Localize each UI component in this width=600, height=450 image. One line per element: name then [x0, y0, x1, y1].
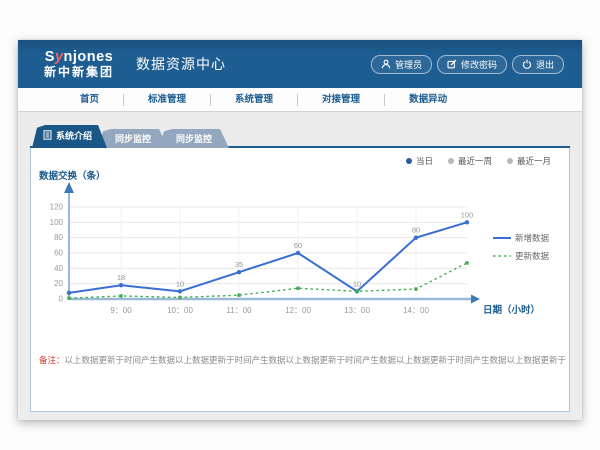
- user-actions: 管理员 修改密码 退出: [371, 55, 564, 74]
- footnote-label: 备注：: [39, 355, 65, 365]
- radio-dot-icon: [448, 158, 454, 164]
- data-point: [119, 294, 122, 297]
- data-point: [67, 291, 71, 295]
- page: Synjones 新中新集团 数据资源中心 管理员: [0, 0, 600, 450]
- line-chart: 0 20 40 60 80 100 120 9：00 10：00 11：00 12：00 13：00 1…: [31, 167, 571, 353]
- x-axis-arrow-icon: [471, 295, 480, 304]
- current-user-button[interactable]: 管理员: [371, 55, 432, 74]
- y-axis-arrow-icon: [64, 182, 74, 193]
- tab-label: 同步监控: [176, 132, 212, 145]
- data-point: [119, 283, 123, 287]
- data-point: [465, 220, 469, 224]
- change-password-button[interactable]: 修改密码: [437, 55, 507, 74]
- y-axis-title: 数据交换（条）: [38, 170, 106, 182]
- current-user-label: 管理员: [395, 58, 422, 71]
- logout-label: 退出: [536, 58, 554, 71]
- legend-item[interactable]: 更新数据: [515, 251, 550, 261]
- filter-label: 最近一周: [458, 155, 492, 167]
- logout-button[interactable]: 退出: [512, 55, 564, 74]
- x-axis-title: 日期（小时）: [483, 304, 540, 316]
- data-point: [237, 270, 241, 274]
- data-point: [414, 287, 417, 290]
- y-tick-label: 40: [54, 264, 63, 273]
- nav-item-system-management[interactable]: 系统管理: [211, 94, 298, 106]
- nav-item-data-changes[interactable]: 数据异动: [385, 94, 471, 106]
- tab-sync-monitor-2[interactable]: 同步监控: [159, 129, 229, 148]
- user-icon: [381, 59, 391, 69]
- data-point: [355, 290, 358, 293]
- series-line-0: [69, 222, 467, 293]
- radio-dot-icon: [406, 158, 412, 164]
- filter-today[interactable]: 当日: [406, 154, 433, 167]
- data-point: [178, 289, 182, 293]
- data-point: [67, 297, 70, 300]
- data-point-label: 10: [176, 279, 184, 288]
- tab-label: 系统介绍: [56, 129, 92, 142]
- y-tick-label: 120: [50, 203, 64, 212]
- filter-last-month[interactable]: 最近一月: [507, 154, 551, 167]
- x-tick-label: 9：00: [110, 306, 132, 315]
- edit-icon: [447, 59, 457, 69]
- x-tick-label: 11：00: [226, 306, 252, 315]
- power-icon: [522, 59, 532, 69]
- nav-item-home[interactable]: 首页: [56, 94, 124, 106]
- brand-logo-text: Synjones: [44, 50, 114, 65]
- data-point-label: 10: [353, 279, 361, 288]
- data-point-label: 18: [117, 273, 125, 282]
- x-tick-label: 13：00: [344, 306, 370, 315]
- nav-item-standard-management[interactable]: 标准管理: [124, 94, 211, 106]
- brand-logo: Synjones 新中新集团: [44, 50, 114, 79]
- y-tick-label: 20: [54, 279, 63, 288]
- data-point: [296, 287, 299, 290]
- data-point-label: 60: [294, 241, 302, 250]
- filter-label: 最近一月: [517, 155, 551, 167]
- nav-item-docking-management[interactable]: 对接管理: [298, 94, 385, 106]
- app-header: Synjones 新中新集团 数据资源中心 管理员: [18, 40, 582, 88]
- main-nav: 首页 标准管理 系统管理 对接管理 数据异动: [18, 88, 582, 112]
- y-tick-label: 0: [59, 295, 64, 304]
- filter-label: 当日: [416, 155, 433, 167]
- filter-last-week[interactable]: 最近一周: [448, 154, 492, 167]
- legend-item[interactable]: 新增数据: [515, 233, 550, 243]
- logo-accent-letter: y: [55, 49, 64, 65]
- y-tick-label: 60: [54, 249, 63, 258]
- footnote: 备注：以上数据更新于时间产生数据以上数据更新于时间产生数据以上数据更新于时间产生…: [31, 354, 569, 366]
- change-password-label: 修改密码: [461, 58, 497, 71]
- tab-label: 同步监控: [115, 132, 151, 145]
- data-point: [414, 235, 418, 239]
- data-point-label: 35: [235, 260, 243, 269]
- data-point: [178, 296, 181, 299]
- data-point: [237, 293, 240, 296]
- brand-logo-subtitle: 新中新集团: [44, 66, 114, 79]
- tab-bar: 系统介绍 同步监控 同步监控: [30, 125, 570, 148]
- y-tick-label: 100: [50, 218, 64, 227]
- data-point: [296, 251, 300, 255]
- tab-system-intro[interactable]: 系统介绍: [32, 125, 107, 148]
- data-point: [465, 261, 468, 264]
- data-point-label: 100: [461, 210, 474, 219]
- document-icon: [43, 130, 52, 142]
- app-title: 数据资源中心: [136, 54, 226, 74]
- content-area: 系统介绍 同步监控 同步监控 当日: [18, 112, 582, 412]
- x-tick-label: 14：00: [403, 306, 429, 315]
- radio-dot-icon: [507, 158, 513, 164]
- x-tick-label: 10：00: [167, 306, 193, 315]
- data-point-label: 80: [412, 226, 420, 235]
- time-range-filters: 当日 最近一周 最近一月: [31, 148, 569, 167]
- app-window: Synjones 新中新集团 数据资源中心 管理员: [18, 40, 582, 420]
- tab-sync-monitor-1[interactable]: 同步监控: [98, 129, 168, 148]
- x-tick-label: 12：00: [285, 306, 311, 315]
- footnote-text: 以上数据更新于时间产生数据以上数据更新于时间产生数据以上数据更新于时间产生数据以…: [65, 355, 567, 365]
- y-tick-label: 80: [54, 233, 63, 242]
- chart-panel: 当日 最近一周 最近一月 0 20 40 60 80 100 120 9：00 10：00 11：…: [30, 148, 570, 412]
